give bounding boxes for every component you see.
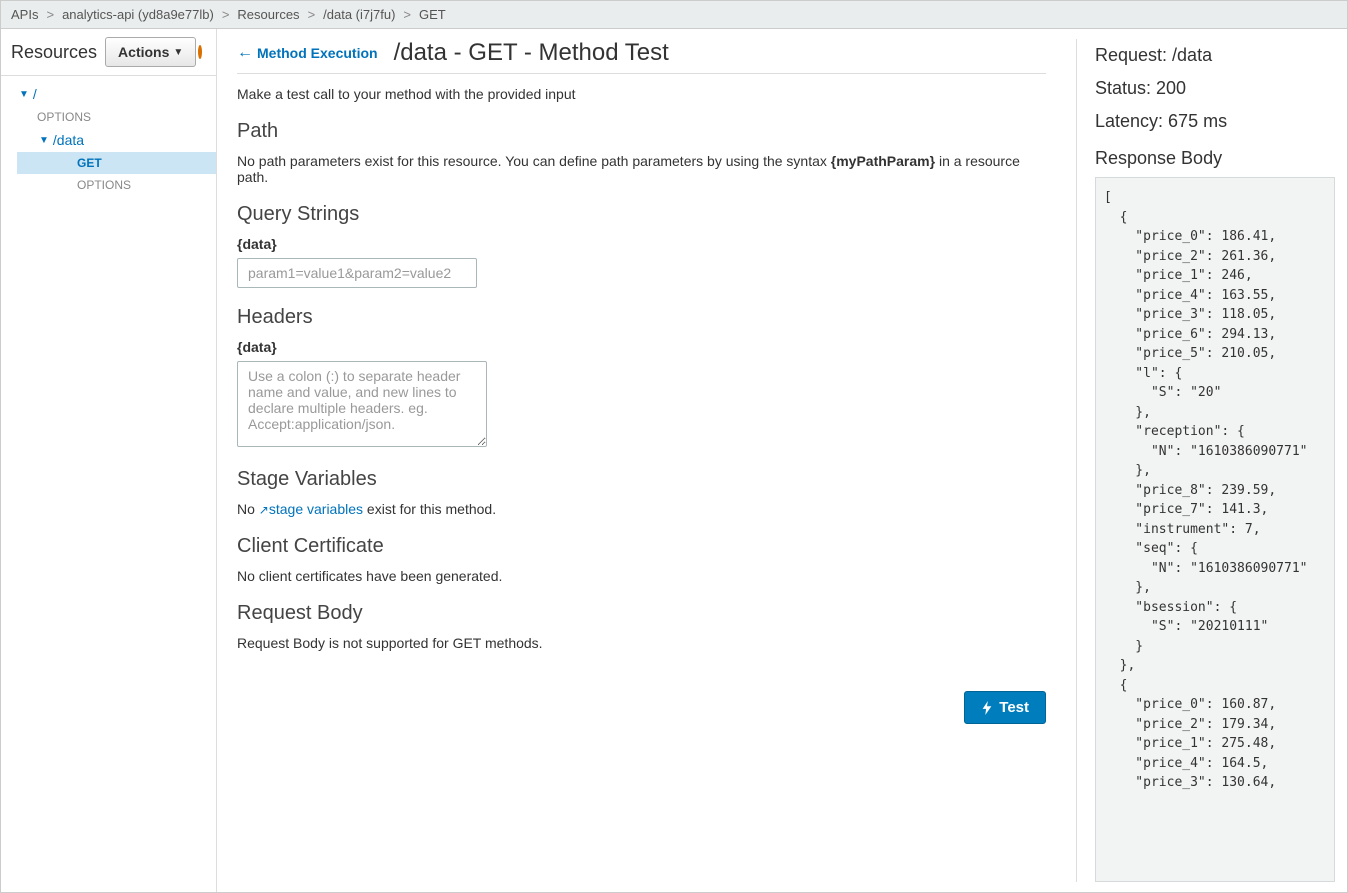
- tree-data-label: /data: [53, 132, 84, 148]
- caret-down-icon: ▼: [19, 89, 29, 100]
- page-title: /data - GET - Method Test: [394, 39, 669, 67]
- section-path-text: No path parameters exist for this resour…: [237, 153, 1046, 185]
- section-body-text: Request Body is not supported for GET me…: [237, 635, 1046, 651]
- headers-textarea[interactable]: [237, 361, 487, 447]
- caret-down-icon: ▼: [173, 47, 183, 58]
- sidebar-title: Resources: [11, 42, 97, 63]
- back-link[interactable]: ← Method Execution: [237, 44, 378, 62]
- back-link-label: Method Execution: [257, 45, 378, 61]
- section-path-title: Path: [237, 120, 1046, 143]
- breadcrumb-sep: >: [46, 7, 54, 22]
- result-status: Status: 200: [1095, 78, 1335, 99]
- section-headers-title: Headers: [237, 306, 1046, 329]
- section-cert-text: No client certificates have been generat…: [237, 568, 1046, 584]
- result-body-title: Response Body: [1095, 148, 1335, 169]
- actions-button-label: Actions: [118, 44, 169, 60]
- section-stage-text: No ↗stage variables exist for this metho…: [237, 501, 1046, 517]
- breadcrumb-resources[interactable]: Resources: [237, 7, 299, 22]
- breadcrumb-sep: >: [222, 7, 230, 22]
- section-qs-title: Query Strings: [237, 203, 1046, 226]
- stage-variables-link[interactable]: ↗stage variables: [259, 501, 363, 517]
- lightning-icon: [981, 701, 993, 715]
- stage-post: exist for this method.: [363, 501, 496, 517]
- caret-down-icon: ▼: [39, 135, 49, 146]
- result-request: Request: /data: [1095, 45, 1335, 66]
- path-syntax: {myPathParam}: [831, 153, 935, 169]
- section-body-title: Request Body: [237, 602, 1046, 625]
- test-button-label: Test: [999, 699, 1029, 716]
- path-text-pre: No path parameters exist for this resour…: [237, 153, 831, 169]
- breadcrumb-method[interactable]: GET: [419, 7, 446, 22]
- tree-root-label: /: [33, 86, 37, 102]
- section-cert-title: Client Certificate: [237, 535, 1046, 558]
- qs-label: {data}: [237, 236, 1046, 252]
- actions-button[interactable]: Actions ▼: [105, 37, 196, 67]
- result-latency: Latency: 675 ms: [1095, 111, 1335, 132]
- tree-data[interactable]: ▼ /data: [17, 128, 216, 152]
- external-link-icon: ↗: [259, 503, 269, 517]
- tree-root[interactable]: ▼ /: [1, 82, 216, 106]
- help-text: Make a test call to your method with the…: [237, 86, 1046, 102]
- breadcrumb-sep: >: [403, 7, 411, 22]
- breadcrumb-api-name[interactable]: analytics-api (yd8a9e77lb): [62, 7, 214, 22]
- form-panel: ← Method Execution /data - GET - Method …: [217, 29, 1076, 892]
- sidebar: Resources Actions ▼ ▼ / OPTIONS ▼ /data: [1, 29, 217, 892]
- test-button[interactable]: Test: [964, 691, 1046, 724]
- response-body[interactable]: [ { "price_0": 186.41, "price_2": 261.36…: [1095, 177, 1335, 882]
- qs-input[interactable]: [237, 258, 477, 288]
- result-panel: Request: /data Status: 200 Latency: 675 …: [1077, 29, 1347, 892]
- resource-tree: ▼ / OPTIONS ▼ /data GET OPTIONS: [1, 76, 216, 202]
- stage-link-label: stage variables: [269, 501, 363, 517]
- stage-pre: No: [237, 501, 259, 517]
- breadcrumb-resource[interactable]: /data (i7j7fu): [323, 7, 395, 22]
- breadcrumb: APIs > analytics-api (yd8a9e77lb) > Reso…: [1, 1, 1347, 29]
- status-dot-icon: [198, 45, 202, 59]
- tree-root-options[interactable]: OPTIONS: [1, 106, 216, 128]
- breadcrumb-apis[interactable]: APIs: [11, 7, 38, 22]
- arrow-left-icon: ←: [237, 44, 253, 62]
- headers-label: {data}: [237, 339, 1046, 355]
- tree-data-get[interactable]: GET: [17, 152, 216, 174]
- breadcrumb-sep: >: [308, 7, 316, 22]
- tree-data-options[interactable]: OPTIONS: [17, 174, 216, 196]
- section-stage-title: Stage Variables: [237, 468, 1046, 491]
